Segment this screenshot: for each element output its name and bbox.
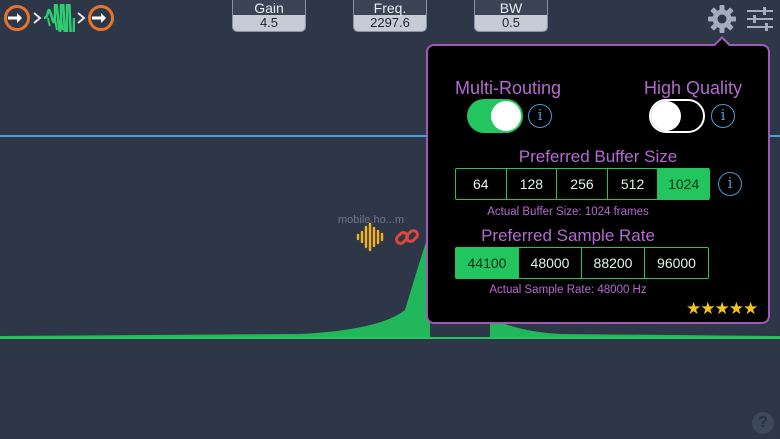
freq-value[interactable]: 2297.6 <box>354 15 426 31</box>
buffer-size-selector[interactable]: 64 128 256 512 1024 <box>455 168 710 200</box>
buffer-size-info-icon[interactable]: i <box>718 172 742 196</box>
routing-chain <box>3 4 115 32</box>
sample-rate-selector[interactable]: 44100 48000 88200 96000 <box>455 247 709 279</box>
buffer-option-256[interactable]: 256 <box>557 169 608 199</box>
multi-routing-info-icon[interactable]: i <box>528 104 552 128</box>
link-icon[interactable] <box>394 224 420 250</box>
buffer-option-1024[interactable]: 1024 <box>658 169 709 199</box>
buffer-option-512[interactable]: 512 <box>608 169 659 199</box>
sliders-icon[interactable] <box>745 7 775 31</box>
chevron-right-icon <box>33 12 42 24</box>
help-button[interactable]: ? <box>752 412 774 434</box>
sample-rate-title: Preferred Sample Rate <box>481 226 655 245</box>
buffer-option-64[interactable]: 64 <box>456 169 507 199</box>
gain-value[interactable]: 4.5 <box>233 15 305 31</box>
high-quality-label: High Quality <box>644 78 743 98</box>
freq-control[interactable]: Freq. 2297.6 <box>353 0 427 32</box>
actual-sample-rate-text: Actual Sample Rate: 48000 Hz <box>489 284 647 296</box>
toggle-knob <box>651 101 681 131</box>
actual-buffer-size-text: Actual Buffer Size: 1024 frames <box>487 206 649 218</box>
gear-icon[interactable] <box>707 4 737 34</box>
input-icon[interactable] <box>3 4 31 32</box>
rate-option-48000[interactable]: 48000 <box>519 248 582 278</box>
output-icon[interactable] <box>87 4 115 32</box>
rate-option-44100[interactable]: 44100 <box>456 248 519 278</box>
bw-value[interactable]: 0.5 <box>475 15 547 31</box>
bw-control[interactable]: BW 0.5 <box>474 0 548 32</box>
high-quality-toggle[interactable] <box>649 99 705 133</box>
freq-label: Freq. <box>373 0 407 16</box>
popover-arrow-inner <box>714 39 730 47</box>
rating-stars[interactable]: ★★★★★ <box>686 299 758 319</box>
rate-option-88200[interactable]: 88200 <box>582 248 645 278</box>
top-bar: Gain 4.5 Freq. 2297.6 BW 0.5 <box>0 0 780 38</box>
high-quality-info-icon[interactable]: i <box>711 104 735 128</box>
settings-popover: Multi-Routing High Quality i i Preferred… <box>426 44 770 324</box>
buffer-option-128[interactable]: 128 <box>507 169 558 199</box>
toggle-knob <box>491 101 521 131</box>
chevron-right-icon <box>77 12 86 24</box>
rate-option-96000[interactable]: 96000 <box>645 248 708 278</box>
audio-waveform-icon[interactable] <box>355 222 387 252</box>
bw-label: BW <box>499 0 523 16</box>
multi-routing-label: Multi-Routing <box>455 78 562 98</box>
waveform-icon[interactable] <box>43 4 75 32</box>
baseline-line <box>0 337 780 339</box>
gain-label: Gain <box>254 0 284 16</box>
multi-routing-toggle[interactable] <box>467 99 523 133</box>
buffer-size-title: Preferred Buffer Size <box>518 147 678 166</box>
gain-control[interactable]: Gain 4.5 <box>232 0 306 32</box>
